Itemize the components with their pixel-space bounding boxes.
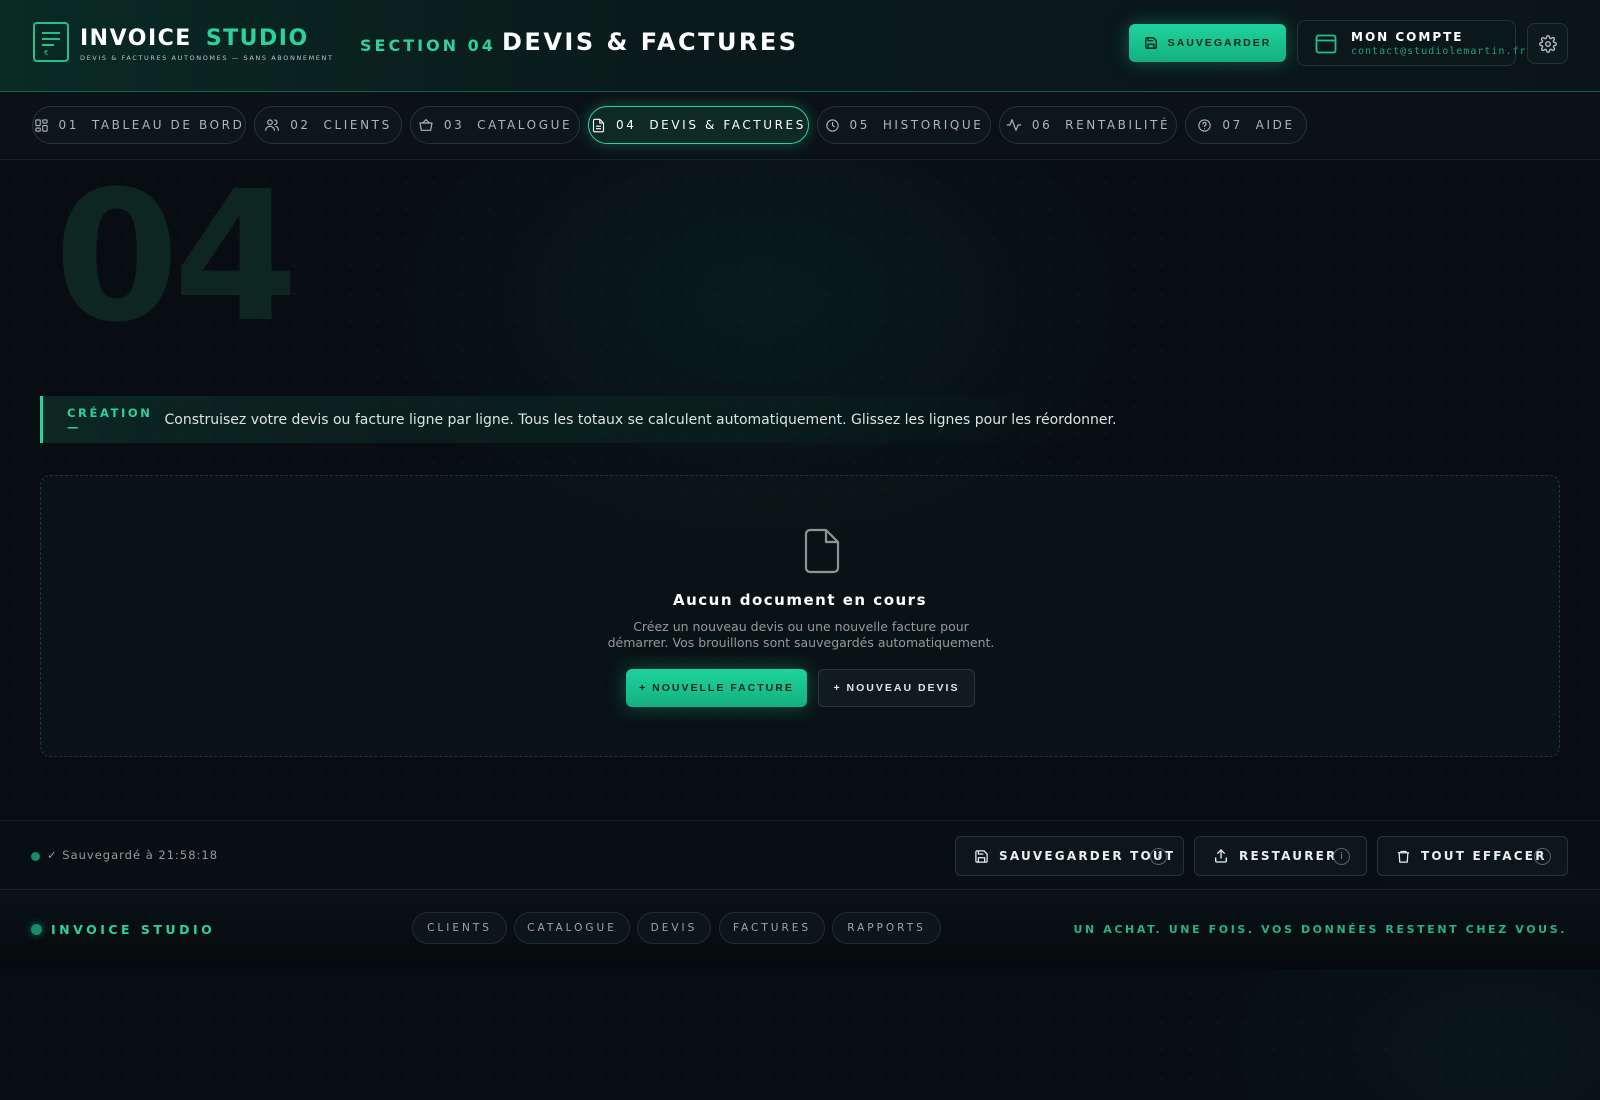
tab-devis-factures[interactable]: 04 DEVIS & FACTURES: [588, 106, 809, 144]
tab-aide[interactable]: 07 AIDE: [1185, 106, 1307, 144]
settings-button[interactable]: [1527, 23, 1568, 64]
clock-icon: [825, 118, 839, 132]
clear-all-label: TOUT EFFACER: [1421, 849, 1547, 863]
invoice-logo-icon: €: [33, 22, 69, 62]
account-button[interactable]: MON COMPTE contact@studiolemartin.fr: [1297, 20, 1526, 66]
info-icon[interactable]: i: [1150, 848, 1167, 865]
info-icon[interactable]: i: [1534, 848, 1551, 865]
brand-subtitle: DEVIS & FACTURES AUTONOMES — SANS ABONNE…: [80, 54, 334, 62]
brand-primary: INVOICE: [80, 26, 192, 51]
save-all-button[interactable]: SAUVEGARDER TOUT i: [955, 836, 1184, 876]
empty-state-description: Créez un nouveau devis ou une nouvelle f…: [607, 619, 995, 650]
tab-label: 06 RENTABILITÉ: [1031, 118, 1171, 132]
restore-label: RESTAURER: [1239, 849, 1338, 863]
save-all-label: SAUVEGARDER TOUT: [999, 849, 1176, 863]
trash-icon: [1397, 850, 1410, 863]
save-status-dot: [31, 852, 40, 861]
activity-icon: [1006, 119, 1022, 131]
new-invoice-button[interactable]: + NOUVELLE FACTURE: [626, 669, 807, 707]
main-tab-bar: 01 TABLEAU DE BORD 02 CLIENTS 03 CATALOG…: [0, 92, 1600, 160]
gear-icon: [1538, 34, 1557, 53]
account-email: contact@studiolemartin.fr: [1351, 46, 1527, 57]
account-name: MON COMPTE: [1351, 30, 1464, 44]
section-kicker: SECTION 04: [360, 36, 496, 55]
footer-tagline: UN ACHAT. UNE FOIS. VOS DONNÉES RESTENT …: [1073, 923, 1567, 936]
app-footer: INVOICE STUDIO CLIENTS CATALOGUE DEVIS F…: [0, 891, 1600, 969]
empty-state-title: Aucun document en cours: [672, 591, 928, 609]
footer-brand: INVOICE STUDIO: [51, 922, 216, 937]
app-header: € INVOICE STUDIO DEVIS & FACTURES AUTONOM…: [0, 0, 1600, 92]
document-icon: [592, 118, 605, 132]
account-card-icon: [1315, 34, 1337, 54]
notice-text: Construisez votre devis ou facture ligne…: [164, 411, 1117, 428]
tab-dashboard[interactable]: 01 TABLEAU DE BORD: [32, 106, 246, 144]
empty-state-panel: Aucun document en cours Créez un nouveau…: [40, 475, 1560, 757]
file-icon: [804, 528, 840, 574]
restore-button[interactable]: RESTAURER i: [1194, 836, 1367, 876]
notice-kicker: CRÉATION —: [67, 405, 153, 434]
new-quote-button[interactable]: + NOUVEAU DEVIS: [818, 669, 975, 707]
tab-label: 07 AIDE: [1222, 118, 1295, 132]
tab-catalogue[interactable]: 03 CATALOGUE: [410, 106, 580, 144]
save-button[interactable]: SAUVEGARDER: [1129, 24, 1286, 62]
save-status-text: ✓ Sauvegardé à 21:58:18: [47, 848, 219, 862]
brand-name[interactable]: INVOICE STUDIO: [80, 26, 309, 51]
footer-link-clients[interactable]: CLIENTS: [412, 912, 507, 944]
upload-icon: [1215, 849, 1227, 863]
info-icon[interactable]: i: [1333, 848, 1350, 865]
basket-icon: [419, 119, 433, 131]
save-button-label: SAUVEGARDER: [1167, 37, 1272, 49]
floppy-icon: [1144, 37, 1157, 49]
tab-label: 05 HISTORIQUE: [849, 118, 984, 132]
tab-label: 01 TABLEAU DE BORD: [58, 118, 245, 132]
clear-all-button[interactable]: TOUT EFFACER i: [1377, 836, 1568, 876]
footer-link-devis[interactable]: DEVIS: [637, 912, 711, 944]
tab-label: 03 CATALOGUE: [443, 118, 573, 132]
help-icon: [1198, 118, 1212, 132]
footer-link-catalogue[interactable]: CATALOGUE: [514, 912, 630, 944]
footer-link-factures[interactable]: FACTURES: [719, 912, 825, 944]
tab-rentabilite[interactable]: 06 RENTABILITÉ: [999, 106, 1177, 144]
floppy-icon: [975, 849, 988, 863]
page-title: DEVIS & FACTURES: [502, 28, 799, 56]
users-icon: [265, 119, 280, 131]
tab-label: 04 DEVIS & FACTURES: [616, 118, 806, 132]
grid-icon: [34, 118, 48, 132]
tab-clients[interactable]: 02 CLIENTS: [254, 106, 402, 144]
section-number-watermark: 04: [54, 153, 298, 362]
save-status-bar: ✓ Sauvegardé à 21:58:18 SAUVEGARDER TOUT…: [0, 820, 1600, 890]
creation-notice: CRÉATION — Construisez votre devis ou fa…: [40, 396, 1116, 443]
footer-status-dot: [31, 924, 42, 935]
tab-historique[interactable]: 05 HISTORIQUE: [817, 106, 991, 144]
footer-link-rapports[interactable]: RAPPORTS: [832, 912, 941, 944]
tab-label: 02 CLIENTS: [290, 118, 392, 132]
brand-secondary: STUDIO: [205, 26, 309, 51]
